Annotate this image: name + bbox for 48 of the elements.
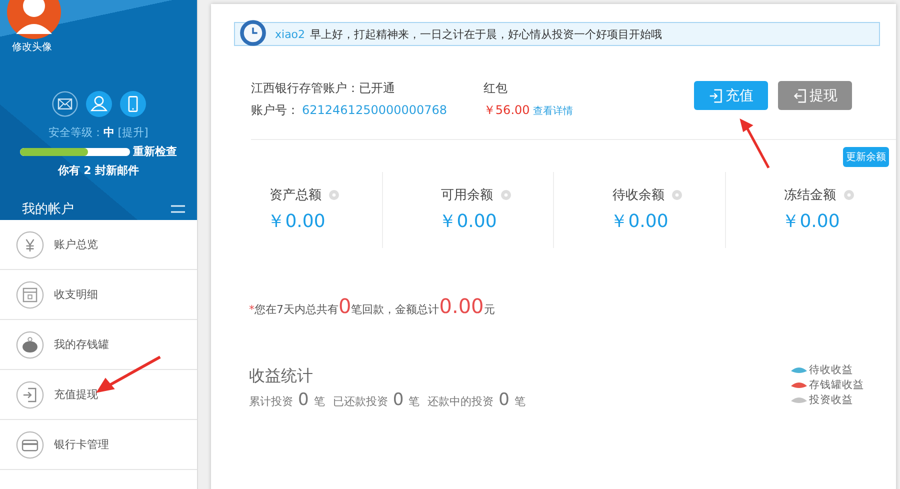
phone-icon[interactable]	[120, 91, 146, 117]
avatar-label[interactable]: 修改头像	[12, 40, 52, 54]
upgrade-link[interactable]: [提升]	[118, 125, 148, 140]
repayment-notice: *您在7天内总共有0笔回款，金额总计0.00元	[249, 294, 496, 318]
recharge-button[interactable]: 充值	[694, 81, 768, 110]
sidebar-item[interactable]: 账户总览	[0, 220, 197, 270]
balance-label: 可用余额	[440, 187, 493, 204]
account-number-label: 账户号：	[251, 102, 299, 119]
legend-label: 待收收益	[809, 363, 853, 377]
balance-amount: ￥0.00	[610, 210, 668, 233]
calendar-icon	[16, 280, 44, 308]
mail-icon[interactable]	[52, 91, 78, 117]
bank-status-text: 江西银行存管账户：已开通	[251, 80, 396, 97]
arrow-annotation	[96, 354, 162, 394]
refresh-balance-button[interactable]: 更新余额	[843, 147, 889, 167]
piggy-bank-icon	[16, 330, 44, 358]
recheck-link[interactable]: 重新检查	[133, 144, 177, 159]
section-title: 收益统计	[249, 366, 314, 387]
mail-notice[interactable]: 你有 2 封新邮件	[58, 163, 140, 178]
legend-label: 存钱罐收益	[809, 378, 864, 392]
account-number: 6212461250000000768	[302, 103, 448, 117]
section-title: 我的帐户	[22, 201, 74, 218]
greeting-text: 早上好，打起精神来，一日之计在于晨，好心情从投资一个好项目开始哦	[310, 26, 662, 42]
security-level-text: 安全等级：中	[48, 125, 115, 140]
avatar-icon[interactable]	[6, 0, 62, 40]
sidebar-item[interactable]: 收支明细	[0, 270, 197, 320]
arrow-annotation	[738, 117, 772, 171]
balance-amount: ￥0.00	[782, 210, 840, 233]
menu-icon[interactable]	[171, 204, 185, 214]
bonus-amount: ￥56.00	[483, 102, 530, 119]
yen-icon	[16, 230, 44, 258]
exit-door-icon	[16, 380, 44, 408]
user-icon[interactable]	[86, 91, 112, 117]
door-arrow-icon	[708, 88, 722, 104]
sidebar-item[interactable]: 我的存钱罐	[0, 320, 197, 370]
legend-label: 投资收益	[809, 393, 853, 407]
bonus-label: 红包	[483, 80, 508, 97]
door-arrow-icon	[792, 88, 806, 104]
details-link[interactable]: 查看详情	[532, 104, 573, 118]
balance-amount: ￥0.00	[267, 210, 326, 233]
card-icon	[16, 430, 44, 458]
balance-label: 资产总额	[269, 187, 322, 204]
balance-label: 待收余额	[612, 187, 664, 204]
withdraw-button[interactable]: 提现	[778, 81, 852, 110]
investment-summary: 累计投资 0 笔 已还款投资 0 笔 还款中的投资 0 笔	[249, 390, 526, 410]
balance-label: 冻结金额	[784, 187, 836, 204]
balance-amount: ￥0.00	[438, 210, 497, 233]
sidebar-item[interactable]: 银行卡管理	[0, 420, 197, 470]
